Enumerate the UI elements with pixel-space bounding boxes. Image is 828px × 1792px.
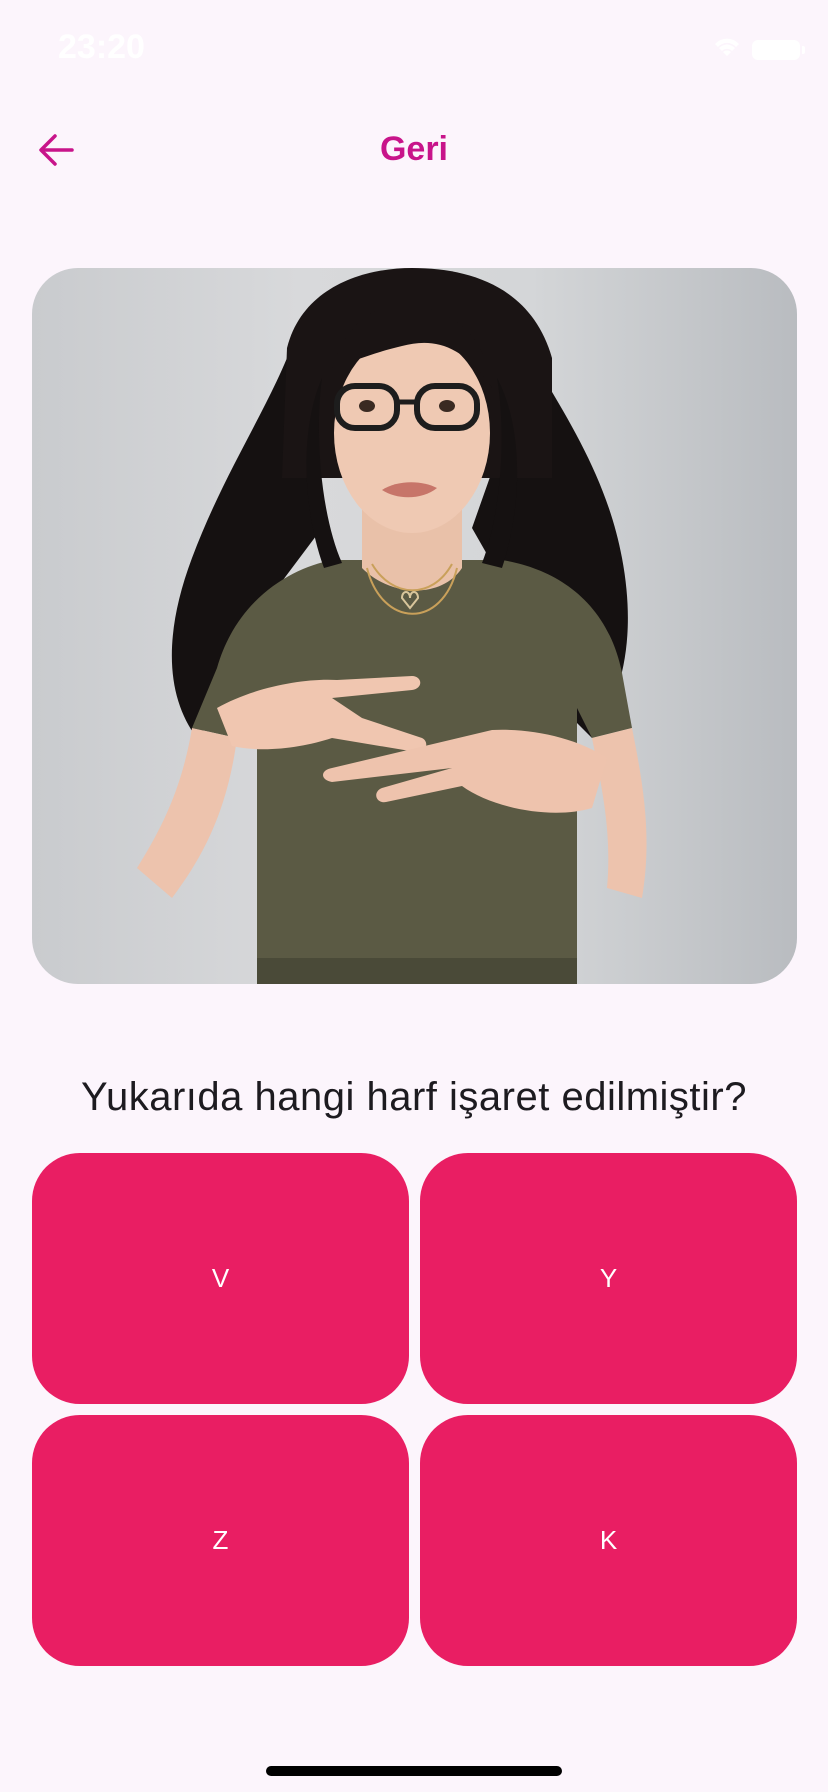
status-icons <box>712 36 805 63</box>
status-time: 23:20 <box>58 28 145 66</box>
question-text: Yukarıda hangi harf işaret edilmiştir? <box>81 1075 747 1119</box>
answer-button-k[interactable]: K <box>420 1415 797 1666</box>
home-indicator[interactable] <box>266 1766 562 1776</box>
person-signing-illustration <box>137 268 647 984</box>
wifi-icon <box>712 36 742 63</box>
page-title: Geri <box>379 130 449 168</box>
header: Geri <box>0 110 828 194</box>
answer-grid: V Y Z K <box>32 1153 797 1666</box>
answer-button-v[interactable]: V <box>32 1153 409 1404</box>
answer-button-z[interactable]: Z <box>32 1415 409 1666</box>
battery-icon <box>752 39 805 60</box>
status-bar: 23:20 <box>0 0 828 100</box>
answer-button-y[interactable]: Y <box>420 1153 797 1404</box>
sign-language-photo <box>32 268 797 984</box>
